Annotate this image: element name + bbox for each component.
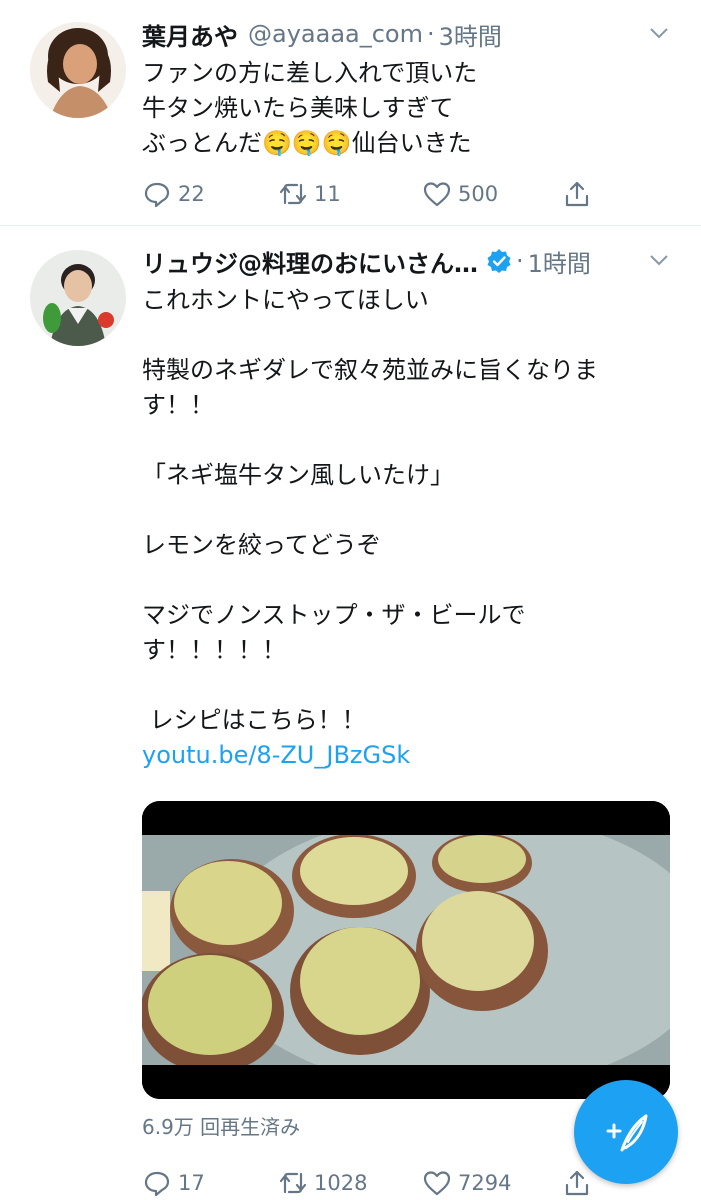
like-button[interactable]: 500 (422, 179, 498, 209)
tweet-text-body: これホントにやってほしい 特製のネギダレで叙々苑並みに旨くなりま す！！ 「ネギ… (142, 286, 598, 734)
tweet-time[interactable]: 3時間 (439, 17, 502, 52)
view-count: 6.9万 回再生済み (142, 1115, 301, 1139)
like-button[interactable]: 7294 (422, 1168, 511, 1198)
retweet-icon (279, 183, 307, 205)
share-button[interactable] (562, 1168, 592, 1198)
tweet-header: 葉月あや @ayaaaa_com · 3時間 (142, 17, 681, 51)
separator-dot: · (427, 20, 435, 48)
tweet-text: ファンの方に差し入れで頂いた 牛タン焼いたら美味しすぎて ぶっとんだ🤤🤤🤤仙台い… (142, 59, 478, 157)
verified-icon (487, 249, 511, 273)
reply-icon (144, 1171, 170, 1197)
compose-icon (606, 1114, 648, 1152)
tweet[interactable]: リュウジ@料理のおにいさん… · 1時間 これホントにやってほしい 特製のネギダ… (0, 227, 701, 1200)
tweet-actions: 22 11 500 (142, 176, 592, 212)
author-handle[interactable]: @ayaaaa_com (248, 20, 423, 48)
tweet-actions: 17 1028 7294 (142, 1165, 592, 1200)
share-icon (565, 1170, 589, 1196)
retweet-icon (279, 1172, 307, 1194)
retweet-button[interactable]: 11 (278, 179, 341, 209)
retweet-button[interactable]: 1028 (278, 1168, 367, 1198)
tweet-text: これホントにやってほしい 特製のネギダレで叙々苑並みに旨くなりま す！！ 「ネギ… (142, 283, 661, 773)
avatar[interactable] (30, 250, 126, 346)
tweet[interactable]: 葉月あや @ayaaaa_com · 3時間 ファンの方に差し入れで頂いた 牛タ… (0, 0, 701, 226)
chevron-down-icon[interactable] (647, 248, 671, 272)
video-thumbnail (142, 801, 670, 1099)
reply-count: 22 (178, 182, 205, 206)
retweet-count: 1028 (314, 1171, 368, 1195)
author-name[interactable]: リュウジ@料理のおにいさん… (142, 244, 478, 279)
chevron-down-icon[interactable] (647, 21, 671, 45)
video-player[interactable] (142, 801, 670, 1099)
tweet-link[interactable]: youtu.be/8-ZU_JBzGSk (142, 741, 410, 769)
tweet-header: リュウジ@料理のおにいさん… · 1時間 (142, 244, 681, 278)
tweet-time[interactable]: 1時間 (528, 244, 591, 279)
avatar[interactable] (30, 22, 126, 118)
share-button[interactable] (562, 179, 592, 209)
reply-button[interactable]: 22 (142, 179, 205, 209)
separator-dot: · (516, 247, 524, 275)
reply-count: 17 (178, 1171, 205, 1195)
share-icon (565, 181, 589, 207)
like-count: 7294 (458, 1171, 512, 1195)
reply-button[interactable]: 17 (142, 1168, 205, 1198)
author-name[interactable]: 葉月あや (142, 17, 238, 52)
retweet-count: 11 (314, 182, 341, 206)
like-icon (423, 1171, 451, 1196)
like-icon (423, 182, 451, 207)
like-count: 500 (458, 182, 499, 206)
compose-button[interactable] (574, 1080, 678, 1184)
reply-icon (144, 182, 170, 208)
